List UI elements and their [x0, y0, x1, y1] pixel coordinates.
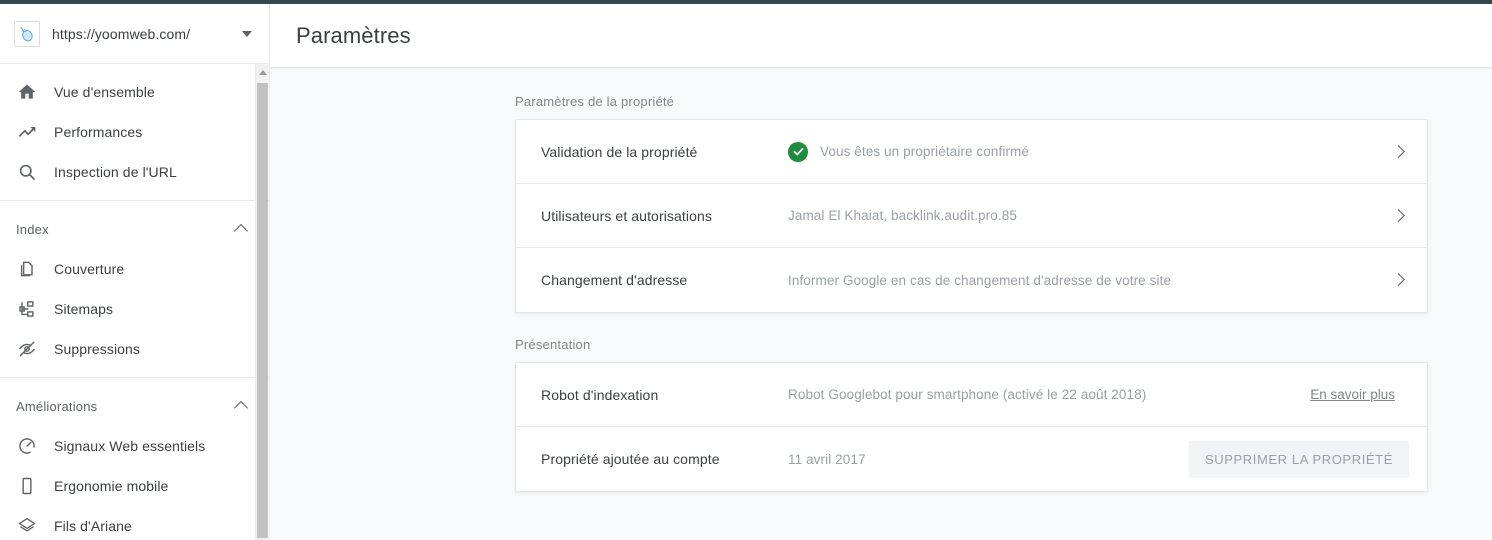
nav-section-header-ameliorations[interactable]: Améliorations	[0, 386, 269, 426]
sidebar-item-fils-d-ariane[interactable]: Fils d'Ariane	[0, 506, 269, 540]
chevron-right-icon[interactable]	[1387, 140, 1411, 164]
sidebar-item-label: Vue d'ensemble	[54, 84, 155, 100]
sidebar-scrollbar-thumb[interactable]	[257, 83, 268, 538]
row-changement-adresse[interactable]: Changement d'adresse Informer Google en …	[516, 248, 1427, 312]
sidebar-item-label: Performances	[54, 124, 143, 140]
sidebar-item-performances[interactable]: Performances	[0, 112, 269, 152]
chevron-right-icon[interactable]	[1387, 204, 1411, 228]
sidebar-item-label: Couverture	[54, 261, 125, 277]
sidebar-item-signaux-web-essentiels[interactable]: Signaux Web essentiels	[0, 426, 269, 466]
mobile-phone-icon	[16, 475, 38, 497]
row-robot-indexation: Robot d'indexation Robot Googlebot pour …	[516, 363, 1427, 427]
pages-icon	[16, 258, 38, 280]
site-favicon	[14, 20, 40, 47]
chevron-up-icon[interactable]	[235, 399, 249, 413]
row-value-wrap: 11 avril 2017	[788, 452, 1189, 467]
speed-gauge-icon	[16, 435, 38, 457]
card-property-settings: Validation de la propriété Vous êtes un …	[515, 119, 1428, 313]
sidebar-scrollbar-track[interactable]	[255, 64, 269, 540]
sidebar-item-label: Fils d'Ariane	[54, 518, 132, 534]
row-label: Propriété ajoutée au compte	[541, 451, 720, 467]
settings-content: Paramètres de la propriété Validation de…	[270, 67, 1492, 540]
row-label: Validation de la propriété	[541, 143, 698, 160]
sidebar-item-label: Suppressions	[54, 341, 141, 357]
sidebar-scroll-area: Vue d'ensemble Performances Inspection d…	[0, 64, 269, 540]
row-value-wrap: Informer Google en cas de changement d'a…	[788, 273, 1377, 288]
row-value: 11 avril 2017	[788, 451, 866, 467]
row-validation-propriete[interactable]: Validation de la propriété Vous êtes un …	[516, 120, 1427, 184]
property-url: https://yoomweb.com/	[52, 25, 191, 42]
card-presentation: Robot d'indexation Robot Googlebot pour …	[515, 362, 1428, 492]
eye-off-icon	[16, 338, 38, 360]
main-area: Paramètres Paramètres de la propriété Va…	[270, 4, 1492, 540]
page-header: Paramètres	[270, 4, 1492, 67]
nav-section-header-index[interactable]: Index	[0, 209, 269, 249]
layers-icon	[16, 515, 38, 537]
sidebar-item-label: Ergonomie mobile	[54, 478, 169, 494]
chevron-up-icon[interactable]	[235, 222, 249, 236]
trending-up-icon	[16, 121, 38, 143]
property-selector[interactable]: https://yoomweb.com/	[0, 4, 269, 64]
sidebar-item-sitemaps[interactable]: Sitemaps	[0, 289, 269, 329]
sidebar-item-vue-ensemble[interactable]: Vue d'ensemble	[0, 72, 269, 112]
row-value-wrap: Jamal El Khaiat, backlink.audit.pro.85	[788, 208, 1377, 223]
sidebar-item-label: Sitemaps	[54, 301, 114, 317]
page-title: Paramètres	[296, 22, 411, 48]
scroll-up-arrow-icon[interactable]	[256, 64, 269, 80]
row-propriete-ajoutee: Propriété ajoutée au compte 11 avril 201…	[516, 427, 1427, 491]
search-icon	[16, 161, 38, 183]
account-tree-icon	[16, 298, 38, 320]
nav-section-title: Index	[16, 221, 49, 237]
section-label-presentation: Présentation	[515, 337, 591, 352]
row-value-wrap: Robot Googlebot pour smartphone (activé …	[788, 387, 1298, 402]
check-circle-icon	[788, 141, 808, 162]
sidebar-item-suppressions[interactable]: Suppressions	[0, 329, 269, 369]
delete-property-button[interactable]: SUPPRIMER LA PROPRIÉTÉ	[1188, 440, 1409, 478]
sidebar-item-ergonomie-mobile[interactable]: Ergonomie mobile	[0, 466, 269, 506]
sidebar-item-couverture[interactable]: Couverture	[0, 249, 269, 289]
section-label-property-settings: Paramètres de la propriété	[515, 94, 675, 109]
learn-more-link[interactable]: En savoir plus	[1310, 387, 1395, 402]
left-sidebar: https://yoomweb.com/ Vue d'ensemble Perf…	[0, 4, 270, 540]
row-label: Utilisateurs et autorisations	[541, 207, 712, 224]
chevron-right-icon[interactable]	[1387, 268, 1411, 292]
nav-section-title: Améliorations	[16, 398, 98, 414]
nav-section-index: Index Couverture Sitemaps Suppressions	[0, 200, 269, 377]
row-value-wrap: Vous êtes un propriétaire confirmé	[788, 141, 1377, 162]
sidebar-item-inspection-url[interactable]: Inspection de l'URL	[0, 152, 269, 192]
nav-section-ameliorations: Améliorations Signaux Web essentiels Erg…	[0, 377, 269, 540]
row-value: Robot Googlebot pour smartphone (activé …	[788, 387, 1147, 402]
row-label: Changement d'adresse	[541, 272, 688, 288]
app-window: https://yoomweb.com/ Vue d'ensemble Perf…	[0, 0, 1492, 540]
property-dropdown-caret-icon[interactable]	[235, 22, 259, 46]
home-icon	[16, 81, 38, 103]
row-value: Jamal El Khaiat, backlink.audit.pro.85	[788, 208, 1017, 223]
row-value: Informer Google en cas de changement d'a…	[788, 272, 1172, 288]
row-utilisateurs-autorisations[interactable]: Utilisateurs et autorisations Jamal El K…	[516, 184, 1427, 248]
nav-group-primary: Vue d'ensemble Performances Inspection d…	[0, 64, 269, 200]
browser-chrome-strip	[0, 0, 1492, 4]
row-value: Vous êtes un propriétaire confirmé	[820, 144, 1030, 159]
row-label: Robot d'indexation	[541, 386, 659, 403]
sidebar-item-label: Inspection de l'URL	[54, 164, 177, 180]
sidebar-item-label: Signaux Web essentiels	[54, 438, 206, 454]
